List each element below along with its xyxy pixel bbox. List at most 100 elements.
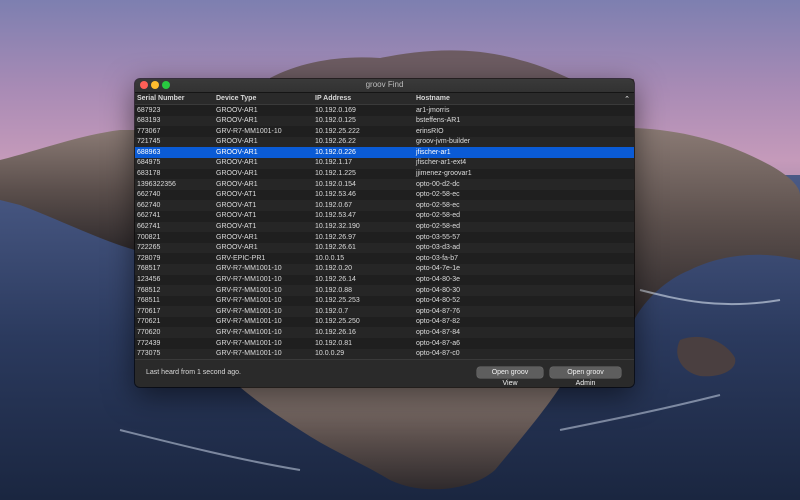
open-groov-admin-button[interactable]: Open groov Admin — [550, 367, 621, 387]
window-footer: Last heard from 1 second ago. Open groov… — [135, 359, 634, 387]
table-row[interactable]: 768511 GRV-R7-MM1001-10 10.192.25.253 opto-… — [135, 296, 634, 307]
hostname-cell: opto-03-55-57 — [416, 233, 460, 241]
device-type-cell: GROOV-AR1 — [216, 138, 258, 146]
serial-number-cell: 770620 — [137, 328, 161, 336]
table-row[interactable]: 773067 GRV-R7-MM1001-10 10.192.25.222 erins… — [135, 126, 634, 137]
serial-number-cell: 662740 — [137, 191, 161, 199]
ip-address-cell: 10.0.0.15 — [315, 254, 345, 262]
hostname-cell: ar1-jmorris — [416, 106, 450, 114]
table-row[interactable]: 684975 GROOV-AR1 10.192.1.17 jfischer-ar1-e… — [135, 157, 634, 169]
serial-number-cell: 773067 — [137, 127, 161, 135]
table-row[interactable]: 770621 GRV-R7-MM1001-10 10.192.25.250 opto-… — [135, 317, 634, 328]
table-row[interactable]: 662740 GROOV-AT1 10.192.0.67 opto-02-58-ec — [135, 200, 634, 211]
hostname-cell: erinsRIO — [416, 127, 444, 135]
ip-address-cell: 10.192.0.67 — [315, 201, 352, 209]
hostname-cell: opto-04-87-84 — [416, 328, 460, 336]
table-row[interactable]: 770620 GRV-R7-MM1001-10 10.192.26.16 opto-0… — [135, 327, 634, 339]
table-row[interactable]: 728079 GRV-EPIC-PR1 10.0.0.15 opto-03-fa-b7 — [135, 253, 634, 264]
hostname-cell: opto-04-87-76 — [416, 307, 460, 315]
table-row[interactable]: 722265 GROOV-AR1 10.192.26.61 opto-03-d3-ad — [135, 242, 634, 254]
serial-number-cell: 772439 — [137, 339, 161, 347]
device-type-cell: GROOV-AR1 — [216, 148, 258, 156]
hostname-cell: bsteffens-AR1 — [416, 117, 461, 125]
hostname-cell: jfischer-ar1 — [416, 148, 451, 156]
table-row[interactable]: 768517 GRV-R7-MM1001-10 10.192.0.20 opto-04… — [135, 263, 634, 275]
column-header-ip-address[interactable]: IP Address — [315, 95, 351, 102]
serial-number-cell: 700821 — [137, 233, 161, 241]
serial-number-cell: 773075 — [137, 350, 161, 358]
device-type-cell: GRV-EPIC-PR1 — [216, 254, 266, 262]
hostname-cell: opto-02-58-ec — [416, 201, 460, 209]
device-table: 687923 GROOV-AR1 10.192.0.169 ar1-jmorris 68… — [135, 105, 634, 361]
table-row[interactable]: 683178 GROOV-AR1 10.192.1.225 jjimenez-groo… — [135, 169, 634, 180]
device-type-cell: GROOV-AR1 — [216, 159, 258, 167]
device-type-cell: GRV-R7-MM1001-10 — [216, 318, 282, 326]
device-type-cell: GROOV-AT1 — [216, 212, 257, 220]
table-row[interactable]: 768512 GRV-R7-MM1001-10 10.192.0.88 opto-04… — [135, 285, 634, 296]
device-type-cell: GROOV-AR1 — [216, 170, 258, 178]
hostname-cell: opto-04-7e-1e — [416, 265, 460, 273]
serial-number-cell: 662741 — [137, 223, 161, 231]
ip-address-cell: 10.0.0.29 — [315, 350, 345, 358]
ip-address-cell: 10.192.0.7 — [315, 307, 349, 315]
serial-number-cell: 684975 — [137, 159, 161, 167]
column-header-hostname[interactable]: Hostname — [416, 95, 450, 102]
table-row[interactable]: 687923 GROOV-AR1 10.192.0.169 ar1-jmorris — [135, 105, 634, 116]
hostname-cell: opto-02-58-ec — [416, 191, 460, 199]
table-row[interactable]: 662740 GROOV-AT1 10.192.53.46 opto-02-58-ec — [135, 190, 634, 201]
serial-number-cell: 722265 — [137, 244, 161, 252]
serial-number-cell: 1396322356 — [137, 180, 176, 188]
table-row[interactable]: 700821 GROOV-AR1 10.192.26.97 opto-03-55-57 — [135, 232, 634, 243]
hostname-cell: jfischer-ar1-ext4 — [416, 159, 467, 167]
table-row[interactable]: 688963 GROOV-AR1 10.192.0.226 jfischer-ar1 — [135, 147, 634, 158]
serial-number-cell: 662741 — [137, 212, 161, 220]
ip-address-cell: 10.192.25.222 — [315, 127, 360, 135]
ip-address-cell: 10.192.0.154 — [315, 180, 356, 188]
serial-number-cell: 770617 — [137, 307, 161, 315]
hostname-cell: opto-04-80-3e — [416, 276, 460, 283]
serial-number-cell: 683193 — [137, 117, 161, 125]
table-row[interactable]: 773075 GRV-R7-MM1001-10 10.0.0.29 opto-04-8… — [135, 348, 634, 360]
column-header-serial[interactable]: Serial Number — [137, 95, 184, 102]
ip-address-cell: 10.192.1.17 — [315, 159, 352, 167]
hostname-cell: opto-02-58-ed — [416, 212, 460, 220]
table-row[interactable]: 721745 GROOV-AR1 10.192.26.22 groov-jvm-bui… — [135, 136, 634, 148]
last-heard-status: Last heard from 1 second ago. — [146, 369, 241, 376]
table-row[interactable]: 662741 GROOV-AT1 10.192.32.190 opto-02-58-e… — [135, 221, 634, 233]
table-row[interactable]: 772439 GRV-R7-MM1001-10 10.192.0.81 opto-04… — [135, 338, 634, 349]
ip-address-cell: 10.192.26.97 — [315, 233, 356, 241]
device-type-cell: GROOV-AT1 — [216, 201, 257, 209]
hostname-cell: opto-04-87-a6 — [416, 339, 460, 347]
device-type-cell: GRV-R7-MM1001-10 — [216, 286, 282, 294]
device-type-cell: GRV-R7-MM1001-10 — [216, 276, 282, 283]
serial-number-cell: 683178 — [137, 170, 161, 178]
table-row[interactable]: 123456 GRV-R7-MM1001-10 10.192.26.14 opto-0… — [135, 275, 634, 286]
groov-find-window: groov Find Serial Number Device Type IP … — [135, 79, 634, 387]
table-row[interactable]: 662741 GROOV-AT1 10.192.53.47 opto-02-58-ed — [135, 211, 634, 222]
device-type-cell: GRV-R7-MM1001-10 — [216, 328, 282, 336]
ip-address-cell: 10.192.26.22 — [315, 138, 356, 146]
sort-ascending-icon: ⌃ — [624, 96, 630, 103]
device-type-cell: GRV-R7-MM1001-10 — [216, 350, 282, 358]
serial-number-cell: 721745 — [137, 138, 161, 146]
open-groov-view-button[interactable]: Open groov View — [477, 367, 543, 387]
window-title: groov Find — [365, 80, 404, 89]
device-type-cell: GRV-R7-MM1001-10 — [216, 307, 282, 315]
serial-number-cell: 728079 — [137, 254, 161, 262]
device-type-cell: GRV-R7-MM1001-10 — [216, 297, 282, 305]
device-type-cell: GROOV-AR1 — [216, 233, 258, 241]
hostname-cell: groov-jvm-builder — [416, 138, 471, 146]
ip-address-cell: 10.192.0.169 — [315, 106, 356, 114]
ip-address-cell: 10.192.53.47 — [315, 212, 356, 220]
serial-number-cell: 768512 — [137, 286, 161, 294]
table-row[interactable]: 770617 GRV-R7-MM1001-10 10.192.0.7 opto-04-… — [135, 306, 634, 317]
table-row[interactable]: 1396322356 GROOV-AR1 10.192.0.154 opto-00-d… — [135, 179, 634, 190]
device-type-cell: GROOV-AT1 — [216, 191, 257, 199]
table-row[interactable]: 683193 GROOV-AR1 10.192.0.125 bsteffens-AR1 — [135, 115, 634, 127]
hostname-cell: opto-03-fa-b7 — [416, 254, 459, 262]
ip-address-cell: 10.192.0.20 — [315, 265, 352, 273]
column-header-device-type[interactable]: Device Type — [216, 95, 256, 102]
serial-number-cell: 662740 — [137, 201, 161, 209]
device-type-cell: GRV-R7-MM1001-10 — [216, 127, 282, 135]
title-bar[interactable]: groov Find — [135, 79, 634, 93]
